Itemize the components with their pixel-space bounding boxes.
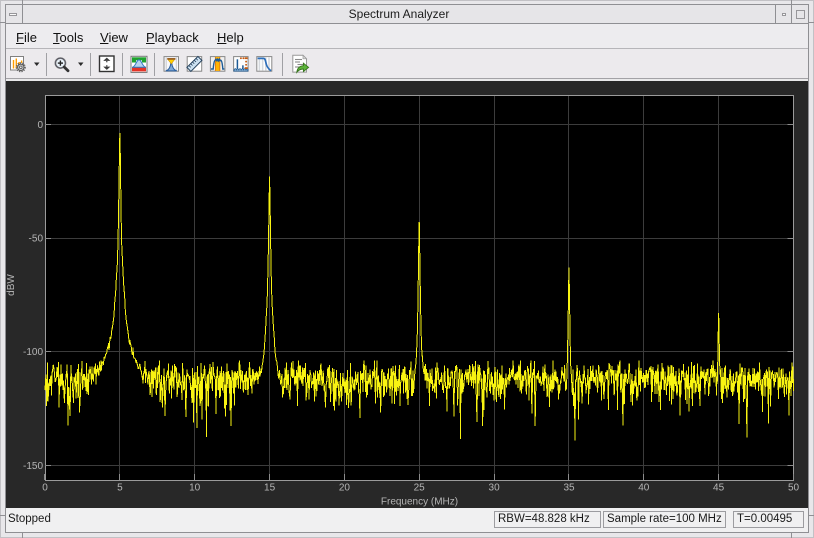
svg-text:0: 0 — [37, 120, 43, 131]
svg-text:20: 20 — [339, 483, 351, 494]
svg-text:-100: -100 — [23, 347, 43, 358]
svg-text:40: 40 — [638, 483, 650, 494]
svg-text:Frequency (MHz): Frequency (MHz) — [381, 497, 458, 508]
svg-text:-50: -50 — [29, 234, 44, 245]
svg-text:15: 15 — [264, 483, 276, 494]
svg-text:45: 45 — [713, 483, 725, 494]
svg-text:30: 30 — [489, 483, 501, 494]
svg-text:25: 25 — [414, 483, 426, 494]
svg-text:50: 50 — [788, 483, 800, 494]
svg-text:dBW: dBW — [6, 274, 17, 296]
svg-text:10: 10 — [189, 483, 201, 494]
svg-text:5: 5 — [117, 483, 123, 494]
svg-text:35: 35 — [563, 483, 575, 494]
svg-text:-150: -150 — [23, 461, 43, 472]
svg-text:0: 0 — [42, 483, 48, 494]
